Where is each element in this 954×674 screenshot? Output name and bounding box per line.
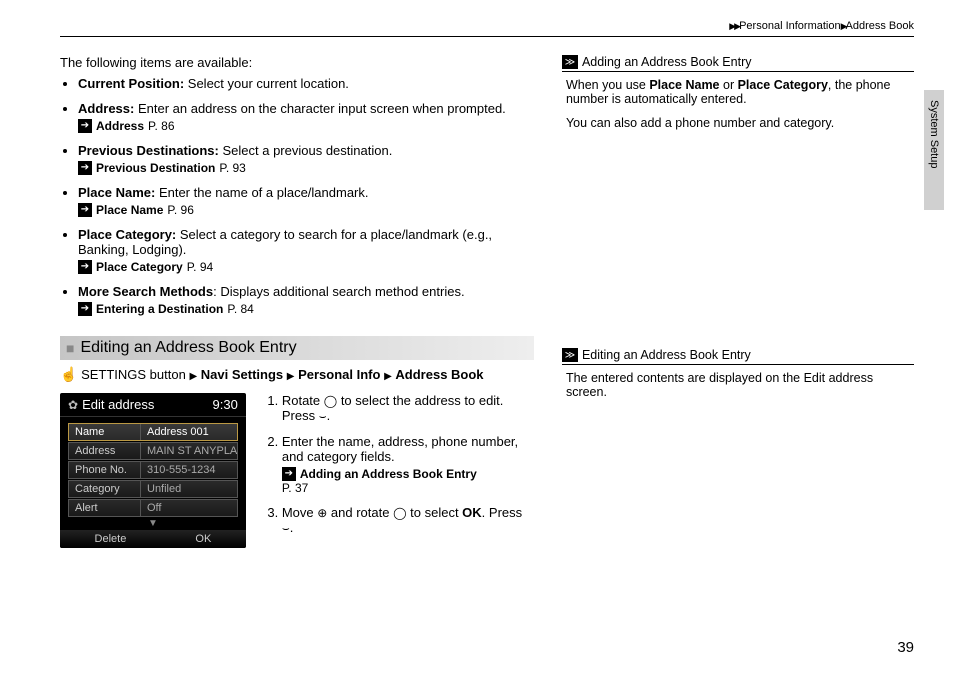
intro-text: The following items are available: bbox=[60, 55, 534, 70]
nav-arrow-icon: ▶ bbox=[189, 371, 197, 382]
nav-prefix: SETTINGS button bbox=[81, 367, 186, 382]
hand-icon: ☝ bbox=[60, 366, 77, 382]
ss-down-arrow-icon: ▼ bbox=[60, 518, 246, 529]
ss-row[interactable]: NameAddress 001 bbox=[68, 423, 238, 441]
ref-page: P. 93 bbox=[219, 161, 245, 175]
ref-label: Adding an Address Book Entry bbox=[300, 467, 477, 481]
item-desc: : Displays additional search method entr… bbox=[213, 284, 464, 299]
ss-delete-button[interactable]: Delete bbox=[77, 532, 145, 546]
ref-arrow-icon: ➔ bbox=[78, 119, 92, 133]
ss-row-label: Category bbox=[69, 481, 141, 497]
note-box-1: ≫ Adding an Address Book Entry When you … bbox=[562, 55, 914, 148]
breadcrumb-a: Personal Information bbox=[739, 20, 841, 32]
item-title: Previous Destinations: bbox=[78, 143, 219, 158]
ss-row-label: Alert bbox=[69, 500, 141, 516]
press-icon: ⌣ bbox=[319, 409, 327, 423]
ss-title: Edit address bbox=[82, 397, 154, 412]
note-box-2: ≫ Editing an Address Book Entry The ente… bbox=[562, 348, 914, 417]
item-desc: Select a previous destination. bbox=[219, 143, 392, 158]
ss-ok-button[interactable]: OK bbox=[177, 532, 229, 546]
item-title: Place Category: bbox=[78, 227, 176, 242]
dial-icon: ◯ bbox=[393, 506, 406, 520]
nav-path: ☝ SETTINGS button ▶ Navi Settings ▶ Pers… bbox=[60, 366, 534, 383]
joystick-icon: ⊕ bbox=[317, 506, 327, 520]
item-title: More Search Methods bbox=[78, 284, 213, 299]
ss-row-value: Off bbox=[141, 500, 237, 516]
list-item: More Search Methods: Displays additional… bbox=[78, 284, 534, 316]
ref-label: Address bbox=[96, 119, 144, 133]
press-icon: ⌣ bbox=[282, 521, 290, 535]
ss-row-value: 310-555-1234 bbox=[141, 462, 237, 478]
ref-arrow-icon: ➔ bbox=[78, 161, 92, 175]
nav-arrow-icon: ▶ bbox=[384, 371, 392, 382]
list-item: Place Category: Select a category to sea… bbox=[78, 227, 534, 274]
ss-row-label: Address bbox=[69, 443, 141, 459]
gear-icon: ✿ bbox=[68, 398, 78, 412]
ref-label: Place Category bbox=[96, 260, 183, 274]
ss-row[interactable]: AlertOff bbox=[68, 499, 238, 517]
note-1-p2: You can also add a phone number and cate… bbox=[566, 116, 910, 130]
step-1: Rotate ◯ to select the address to edit. … bbox=[282, 393, 534, 424]
item-title: Address: bbox=[78, 101, 134, 116]
note-1-p1: When you use Place Name or Place Categor… bbox=[566, 78, 910, 106]
note-icon: ≫ bbox=[562, 55, 578, 69]
steps-list: Rotate ◯ to select the address to edit. … bbox=[262, 393, 534, 548]
breadcrumb: ▶▶Personal Information▶Address Book bbox=[60, 20, 914, 32]
ref-label: Entering a Destination bbox=[96, 302, 223, 316]
list-item: Previous Destinations: Select a previous… bbox=[78, 143, 534, 175]
ref-page: P. 96 bbox=[167, 203, 193, 217]
nav-part-2: Address Book bbox=[395, 367, 483, 382]
item-desc: Select your current location. bbox=[184, 76, 349, 91]
ref-page: P. 94 bbox=[187, 260, 213, 274]
note-icon: ≫ bbox=[562, 348, 578, 362]
item-title: Current Position: bbox=[78, 76, 184, 91]
ss-row-value: Unfiled bbox=[141, 481, 237, 497]
ref-arrow-icon: ➔ bbox=[78, 302, 92, 316]
page-number: 39 bbox=[897, 639, 914, 656]
ref-arrow-icon: ➔ bbox=[282, 467, 296, 481]
ref-page: P. 84 bbox=[227, 302, 253, 316]
ss-row[interactable]: CategoryUnfiled bbox=[68, 480, 238, 498]
section-heading: ■ Editing an Address Book Entry bbox=[60, 336, 534, 360]
nav-part-0: Navi Settings bbox=[201, 367, 283, 382]
item-desc: Enter the name of a place/landmark. bbox=[155, 185, 368, 200]
ss-time: 9:30 bbox=[213, 397, 238, 412]
top-rule bbox=[60, 36, 914, 37]
list-item: Current Position: Select your current lo… bbox=[78, 76, 534, 91]
step-2: Enter the name, address, phone number, a… bbox=[282, 434, 534, 495]
item-title: Place Name: bbox=[78, 185, 155, 200]
ss-row-label: Phone No. bbox=[69, 462, 141, 478]
breadcrumb-arrow-icon: ▶▶ bbox=[729, 21, 739, 31]
note-rule bbox=[562, 364, 914, 365]
note-title-2: Editing an Address Book Entry bbox=[582, 348, 751, 362]
nav-part-1: Personal Info bbox=[298, 367, 380, 382]
note-rule bbox=[562, 71, 914, 72]
ref-arrow-icon: ➔ bbox=[78, 260, 92, 274]
ss-row-label: Name bbox=[69, 424, 141, 440]
breadcrumb-b: Address Book bbox=[846, 20, 914, 32]
dial-icon: ◯ bbox=[324, 394, 337, 408]
list-item: Address: Enter an address on the charact… bbox=[78, 101, 534, 133]
note-title-1: Adding an Address Book Entry bbox=[582, 55, 752, 69]
side-tab: System Setup bbox=[924, 90, 944, 210]
ss-row-value: MAIN ST ANYPLACE, CALIFO bbox=[141, 443, 237, 459]
ref-page: P. 37 bbox=[282, 481, 308, 495]
section-square-icon: ■ bbox=[66, 340, 74, 356]
note-2-p1: The entered contents are displayed on th… bbox=[566, 371, 910, 399]
ss-row-value: Address 001 bbox=[141, 424, 237, 440]
side-tab-label: System Setup bbox=[928, 90, 940, 168]
section-heading-text: Editing an Address Book Entry bbox=[80, 339, 296, 357]
step-3: Move ⊕ and rotate ◯ to select OK. Press … bbox=[282, 505, 534, 536]
ref-page: P. 86 bbox=[148, 119, 174, 133]
ss-row[interactable]: AddressMAIN ST ANYPLACE, CALIFO bbox=[68, 442, 238, 460]
ref-label: Place Name bbox=[96, 203, 163, 217]
items-list: Current Position: Select your current lo… bbox=[60, 76, 534, 316]
item-desc: Enter an address on the character input … bbox=[134, 101, 505, 116]
ss-row[interactable]: Phone No.310-555-1234 bbox=[68, 461, 238, 479]
ref-label: Previous Destination bbox=[96, 161, 215, 175]
list-item: Place Name: Enter the name of a place/la… bbox=[78, 185, 534, 217]
device-screenshot: ✿Edit address 9:30 NameAddress 001Addres… bbox=[60, 393, 246, 548]
nav-arrow-icon: ▶ bbox=[287, 371, 295, 382]
ref-arrow-icon: ➔ bbox=[78, 203, 92, 217]
